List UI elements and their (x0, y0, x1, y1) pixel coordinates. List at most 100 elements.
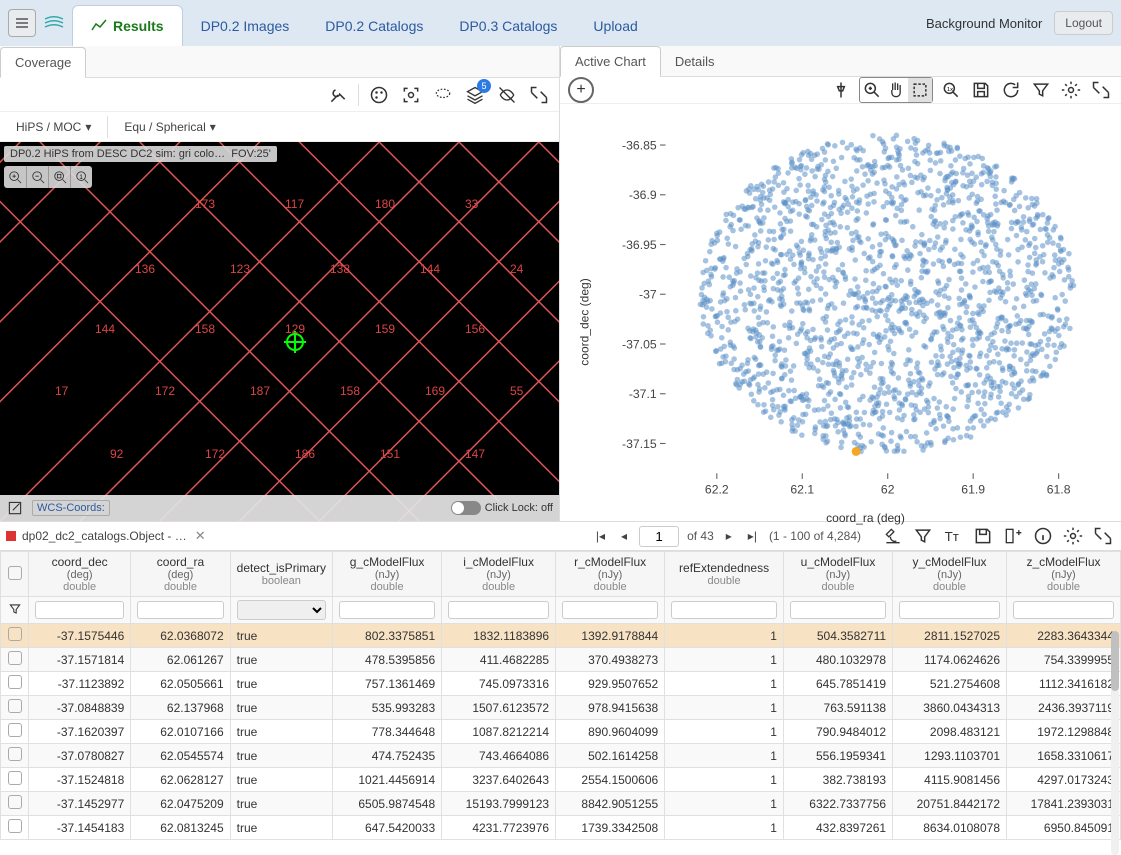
table-row[interactable]: -37.162039762.0107166true778.3446481087.… (1, 720, 1121, 744)
filter-input[interactable] (35, 601, 124, 619)
table-row[interactable]: -37.112389262.0505661true757.1361469745.… (1, 672, 1121, 696)
wcs-coords-label[interactable]: WCS-Coords: (32, 500, 110, 516)
tab-dp02-images[interactable]: DP0.2 Images (183, 6, 308, 46)
zoom-reset-icon[interactable]: 1x (939, 78, 963, 102)
filter-select[interactable] (237, 600, 326, 620)
column-header[interactable]: i_cModelFlux(nJy)double (442, 552, 556, 597)
table-row[interactable]: -37.145418362.0813245true647.54200334231… (1, 816, 1121, 840)
expand-icon[interactable] (1091, 524, 1115, 548)
coord-sys-dropdown[interactable]: Equ / Spherical ▾ (116, 116, 223, 138)
row-checkbox[interactable] (8, 819, 22, 833)
close-tab-button[interactable]: ✕ (195, 528, 206, 544)
tab-label: DP0.2 Images (201, 18, 290, 34)
tab-active-chart[interactable]: Active Chart (560, 46, 661, 77)
menu-button[interactable] (8, 9, 36, 37)
filter-input[interactable] (448, 601, 549, 619)
text-options-icon[interactable]: Tᴛ (941, 524, 965, 548)
select-all-checkbox[interactable] (8, 566, 22, 580)
save-icon[interactable] (969, 78, 993, 102)
row-checkbox[interactable] (8, 627, 22, 641)
filter-input[interactable] (671, 601, 777, 619)
pin-icon[interactable] (829, 78, 853, 102)
column-header[interactable]: r_cModelFlux(nJy)double (556, 552, 665, 597)
filter-input[interactable] (899, 601, 1000, 619)
filter-input[interactable] (1013, 601, 1114, 619)
row-checkbox[interactable] (8, 651, 22, 665)
sky-image-view[interactable]: DP0.2 HiPS from DESC DC2 sim: gri colo… … (0, 142, 559, 521)
add-chart-button[interactable]: + (568, 77, 594, 103)
row-checkbox[interactable] (8, 795, 22, 809)
column-header[interactable]: u_cModelFlux(nJy)double (783, 552, 892, 597)
zoom-icon[interactable] (860, 78, 884, 102)
tab-dp03-catalogs[interactable]: DP0.3 Catalogs (441, 6, 575, 46)
row-checkbox[interactable] (8, 747, 22, 761)
zoom-1x-button[interactable]: 1 (70, 166, 92, 188)
restore-icon[interactable] (999, 78, 1023, 102)
table-row[interactable]: -37.152481862.0628127true1021.4456914323… (1, 768, 1121, 792)
select-box-icon[interactable] (908, 78, 932, 102)
pan-icon[interactable] (884, 78, 908, 102)
focus-icon[interactable] (399, 83, 423, 107)
column-header[interactable]: coord_ra(deg)double (131, 552, 230, 597)
layers-badge: 5 (477, 79, 491, 93)
y-axis-label: coord_dec (deg) (578, 279, 592, 366)
zoom-fit-button[interactable] (48, 166, 70, 188)
table-row[interactable]: -37.078082762.0545574true474.752435743.4… (1, 744, 1121, 768)
info-icon[interactable] (1031, 524, 1055, 548)
scrollbar-thumb[interactable] (1111, 631, 1119, 691)
table-row[interactable]: -37.157544662.0368072true802.33758511832… (1, 624, 1121, 648)
table-row[interactable]: -37.084883962.137968true535.9932831507.6… (1, 696, 1121, 720)
expand-icon[interactable] (1089, 78, 1113, 102)
row-checkbox[interactable] (8, 723, 22, 737)
tab-dp02-catalogs[interactable]: DP0.2 Catalogs (307, 6, 441, 46)
tab-coverage[interactable]: Coverage (0, 47, 86, 78)
row-checkbox[interactable] (8, 771, 22, 785)
hips-dropdown[interactable]: HiPS / MOC ▾ (8, 116, 99, 138)
tools-icon[interactable] (326, 83, 350, 107)
filter-input[interactable] (790, 601, 886, 619)
row-checkbox[interactable] (8, 675, 22, 689)
filter-icon[interactable] (1029, 78, 1053, 102)
filter-input[interactable] (339, 601, 435, 619)
toggle-switch[interactable] (451, 501, 481, 515)
filter-icon[interactable] (8, 602, 22, 616)
row-checkbox[interactable] (8, 699, 22, 713)
zoom-out-button[interactable] (26, 166, 48, 188)
tab-label: DP0.2 Catalogs (325, 18, 423, 34)
background-monitor-link[interactable]: Background Monitor (926, 16, 1042, 31)
filter-input[interactable] (562, 601, 658, 619)
column-header[interactable]: g_cModelFlux(nJy)double (333, 552, 442, 597)
lasso-icon[interactable] (431, 83, 455, 107)
logout-button[interactable]: Logout (1054, 11, 1113, 35)
palette-icon[interactable] (367, 83, 391, 107)
column-header[interactable]: detect_isPrimaryboolean (230, 552, 332, 597)
tab-upload[interactable]: Upload (575, 6, 655, 46)
layers-icon[interactable]: 5 (463, 83, 487, 107)
scatter-plot[interactable]: 62.262.16261.961.8-36.85-36.9-36.95-37-3… (610, 104, 1121, 507)
microscope-icon[interactable] (881, 524, 905, 548)
table-row[interactable]: -37.157181462.061267true478.5395856411.4… (1, 648, 1121, 672)
gear-icon[interactable] (1061, 524, 1085, 548)
filter-icon[interactable] (911, 524, 935, 548)
column-header[interactable]: refExtendednessdouble (665, 552, 784, 597)
filter-input[interactable] (137, 601, 223, 619)
column-header[interactable]: z_cModelFlux(nJy)double (1007, 552, 1121, 597)
tab-results[interactable]: Results (72, 5, 183, 46)
image-toolbar: 5 (0, 78, 559, 112)
app-logo-icon (40, 9, 68, 37)
column-header[interactable]: y_cModelFlux(nJy)double (893, 552, 1007, 597)
table-row[interactable]: -37.145297762.0475209true6505.9874548151… (1, 792, 1121, 816)
column-header[interactable]: coord_dec(deg)double (29, 552, 131, 597)
click-lock-toggle[interactable]: Click Lock: off (451, 501, 553, 515)
gear-icon[interactable] (1059, 78, 1083, 102)
add-column-icon[interactable] (1001, 524, 1025, 548)
save-icon[interactable] (971, 524, 995, 548)
open-external-icon[interactable] (6, 499, 24, 517)
visibility-off-icon[interactable] (495, 83, 519, 107)
tab-color-marker (6, 531, 16, 541)
tab-details[interactable]: Details (661, 47, 729, 76)
table-scrollbar[interactable] (1111, 631, 1119, 855)
expand-icon[interactable] (527, 83, 551, 107)
zoom-in-button[interactable] (4, 166, 26, 188)
table-tab-label[interactable]: dp02_dc2_catalogs.Object - … (22, 529, 187, 543)
